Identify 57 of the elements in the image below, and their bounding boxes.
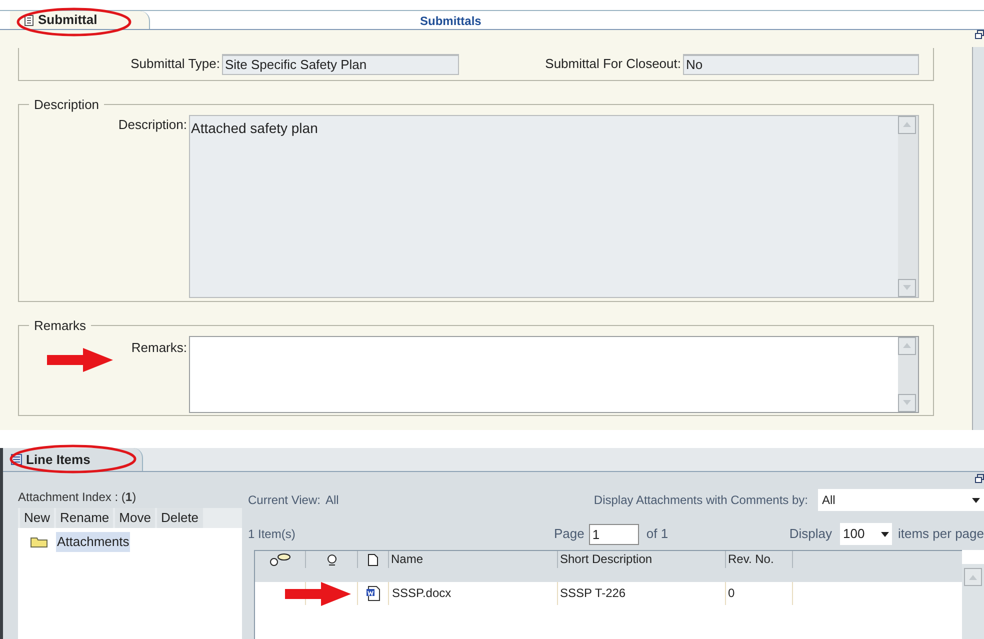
comments-filter-label: Display Attachments with Comments by: <box>594 492 808 509</box>
field-value[interactable]: Site Specific Safety Plan <box>222 54 459 74</box>
annotation-arrow <box>285 582 351 606</box>
scrollbar[interactable] <box>972 47 984 430</box>
toolbar-button[interactable]: Move <box>115 508 155 528</box>
triangle-icon <box>903 343 911 348</box>
remarks-label: Remarks: <box>130 338 187 356</box>
item-count: 1 Item(s) <box>248 526 296 543</box>
field-label: Submittal For Closeout: <box>545 55 681 74</box>
scroll-down-button[interactable] <box>898 278 916 296</box>
tree-item[interactable]: Attachments <box>56 532 130 552</box>
table-cell: 0 <box>726 582 793 605</box>
caret-icon <box>881 532 889 536</box>
comments-filter-select[interactable]: All <box>818 489 984 511</box>
remarks-legend: Remarks <box>29 316 92 336</box>
description-text: Attached safety plan <box>190 118 319 138</box>
field-label: Submittal Type: <box>130 55 220 74</box>
current-view-label: Current View: <box>248 492 320 509</box>
page-input[interactable]: 1 <box>589 524 640 544</box>
scrollbar[interactable] <box>962 564 984 639</box>
restore-icon[interactable] <box>975 474 984 483</box>
triangle-icon <box>969 574 977 580</box>
per-page-suffix: items per page <box>898 525 984 544</box>
description-legend: Description <box>29 95 104 114</box>
display-label: Display <box>789 525 832 544</box>
page-total: of 1 <box>646 525 668 544</box>
description-textarea[interactable]: Attached safety plan <box>189 114 919 298</box>
folder-icon <box>30 536 48 548</box>
table-cell: SSSP T-226 <box>558 582 726 605</box>
table-cell: SSSP.docx <box>389 582 558 605</box>
current-view-value: All <box>325 492 339 509</box>
submittal-tab[interactable]: Submittal <box>10 11 150 29</box>
person-icon <box>326 554 338 566</box>
panel-title: Submittals <box>420 13 482 30</box>
triangle-icon <box>903 122 911 127</box>
scroll-up-button[interactable] <box>898 116 916 134</box>
person-comment-icon <box>269 552 291 566</box>
word-document-icon <box>366 586 380 601</box>
scroll-up-button[interactable] <box>898 336 916 354</box>
attachment-index-label: Attachment Index : (1) <box>18 489 138 506</box>
toolbar-button[interactable]: New <box>20 508 54 528</box>
description-label: Description: <box>117 116 187 134</box>
page-label: Page <box>554 525 584 544</box>
scroll-down-button[interactable] <box>898 394 916 412</box>
remarks-textarea[interactable] <box>189 336 919 412</box>
document-icon <box>368 554 378 566</box>
triangle-icon <box>903 285 911 290</box>
restore-icon[interactable] <box>975 30 984 39</box>
field-value[interactable]: No <box>683 54 919 74</box>
per-page-select[interactable]: 100 <box>840 523 892 545</box>
caret-icon <box>972 498 980 502</box>
toolbar-button[interactable]: Rename <box>56 508 114 528</box>
form-icon <box>24 14 34 26</box>
triangle-icon <box>903 400 911 405</box>
scroll-up-button[interactable] <box>964 568 982 586</box>
toolbar-button[interactable]: Delete <box>156 508 203 528</box>
annotation-arrow <box>47 348 113 372</box>
